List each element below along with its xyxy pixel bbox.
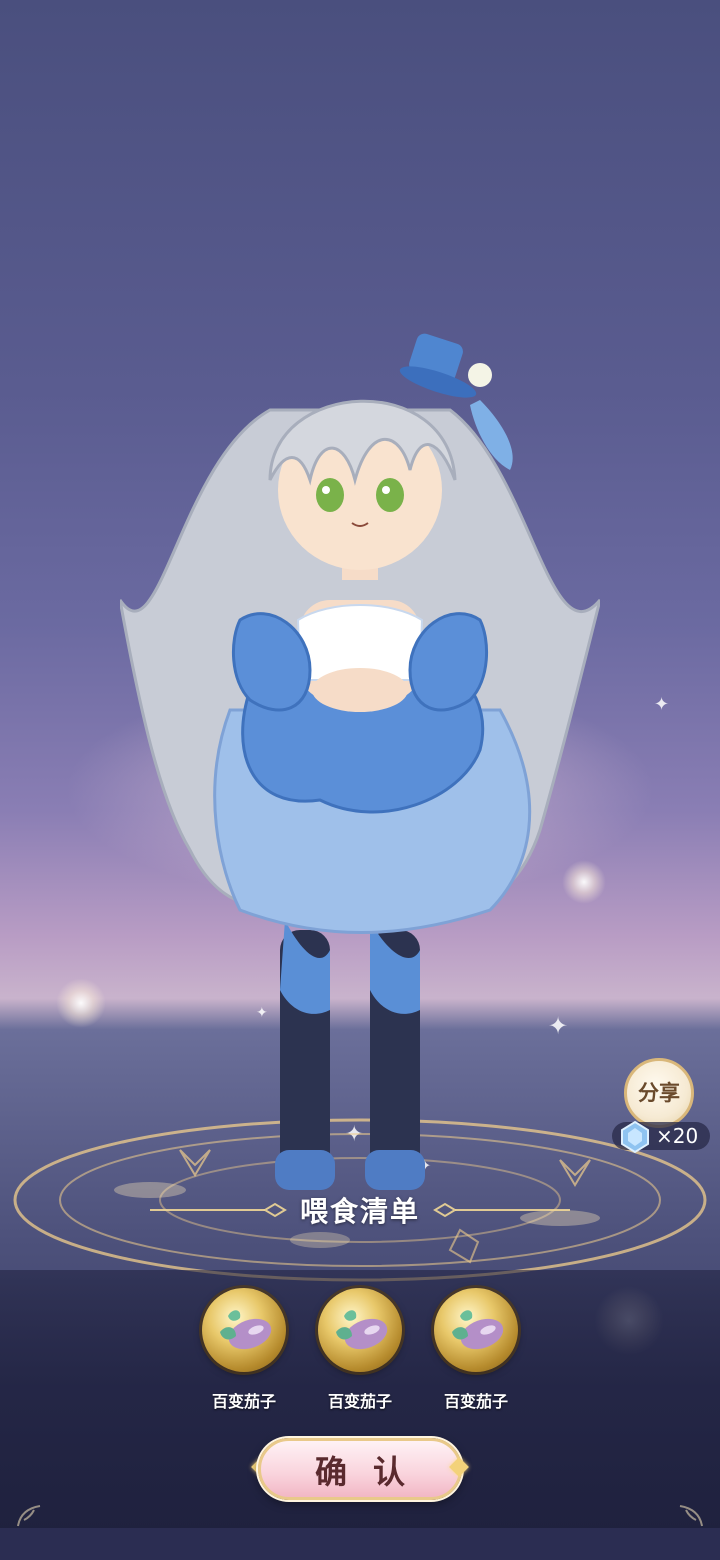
item-orb — [318, 1288, 402, 1372]
share-reward: ×20 — [612, 1120, 710, 1154]
feed-item[interactable]: 百变茄子 — [426, 1288, 526, 1412]
item-orb — [202, 1288, 286, 1372]
eggplant-icon — [336, 1310, 388, 1350]
item-label: 百变茄子 — [211, 1392, 276, 1411]
item-orb — [434, 1288, 518, 1372]
corner-ornament-right — [679, 1505, 703, 1527]
corner-ornament-left — [17, 1505, 41, 1527]
feed-item-list: 百变茄子 百变茄子 百变茄子 — [0, 1288, 720, 1418]
feed-item[interactable]: 百变茄子 — [194, 1288, 294, 1412]
share-button[interactable]: 分享 — [624, 1058, 694, 1128]
title-right-ornament — [433, 1202, 570, 1218]
eggplant-icon — [452, 1310, 504, 1350]
item-label: 百变茄子 — [443, 1392, 508, 1411]
item-label: 百变茄子 — [327, 1392, 392, 1411]
crystal-gem-icon — [621, 1120, 649, 1154]
reward-count: ×20 — [656, 1124, 699, 1148]
feed-item[interactable]: 百变茄子 — [310, 1288, 410, 1412]
confirm-button[interactable]: 确认 — [258, 1438, 462, 1500]
character-avatar[interactable] — [120, 330, 600, 1210]
eggplant-icon — [220, 1310, 272, 1350]
sparkle-icon: ✦ — [654, 694, 670, 715]
light-orb — [56, 978, 106, 1028]
feed-list-title: 喂食清单 — [299, 1195, 420, 1228]
bottom-strip — [0, 1528, 720, 1560]
